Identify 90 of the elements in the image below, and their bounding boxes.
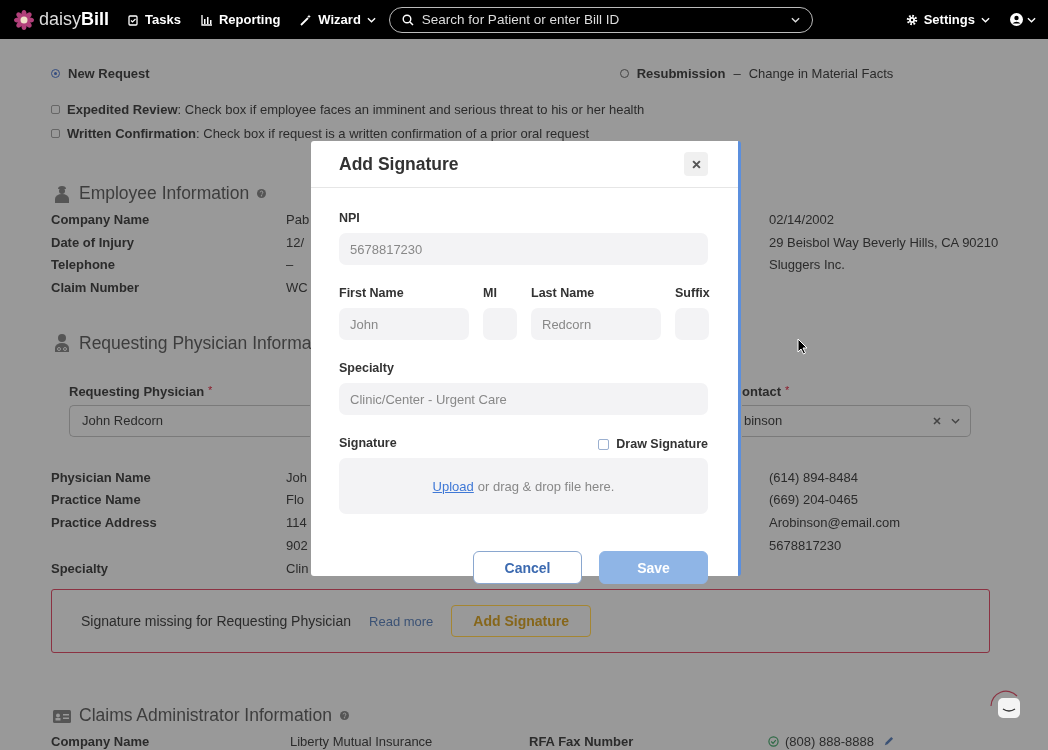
checkbox[interactable] bbox=[51, 104, 60, 114]
field-label: Suffix bbox=[675, 286, 709, 302]
field-value: – bbox=[286, 257, 294, 275]
close-icon bbox=[691, 159, 701, 169]
field-label: Practice Address bbox=[51, 515, 158, 533]
section-title: Requesting Physician Informa bbox=[79, 332, 312, 354]
field-label: Company Name bbox=[51, 734, 151, 750]
npi-field[interactable]: 5678817230 bbox=[339, 233, 708, 265]
required-mark: * bbox=[208, 383, 213, 398]
cancel-button[interactable]: Cancel bbox=[473, 551, 582, 584]
field-value: (808) 888-8888 bbox=[785, 734, 874, 750]
physician-select[interactable]: John Redcorn bbox=[69, 404, 310, 437]
field-value: WC bbox=[286, 280, 308, 298]
field-label: Specialty bbox=[51, 560, 110, 578]
caret-icon bbox=[981, 16, 990, 23]
field-value: 02/14/2002 bbox=[769, 212, 836, 229]
field-label: Practice Name bbox=[51, 492, 142, 510]
radio-label[interactable]: New Request bbox=[68, 65, 150, 81]
checkbox-label: Written Confirmation: Check box if request is a written confirmation of a prior oral request bbox=[67, 125, 590, 141]
field-value: Arobinson@email.com bbox=[769, 515, 900, 533]
caret-icon bbox=[790, 16, 800, 23]
checkbox[interactable] bbox=[51, 128, 60, 138]
field-value: 114 bbox=[286, 515, 308, 533]
worker-icon bbox=[53, 183, 71, 204]
input-field[interactable]: Redcorn bbox=[531, 308, 661, 340]
settings-icon bbox=[905, 13, 918, 26]
field-label: Specialty bbox=[339, 361, 395, 377]
input-field[interactable]: John bbox=[339, 308, 469, 340]
field-label: Telephone bbox=[51, 257, 117, 275]
cursor-icon bbox=[797, 338, 808, 355]
field-value: Clin bbox=[286, 560, 309, 578]
field-label: ontact bbox=[742, 383, 781, 400]
section-title: Employee Information bbox=[79, 183, 250, 204]
field-value: (614) 894-8484 bbox=[769, 469, 859, 487]
field-value: Sluggers Inc. bbox=[769, 257, 846, 275]
read-more-link[interactable]: Read more bbox=[369, 613, 434, 629]
help-icon[interactable] bbox=[257, 189, 267, 198]
field-value: Joh bbox=[286, 469, 307, 487]
required-mark: * bbox=[785, 383, 790, 398]
field-label: Company Name bbox=[51, 212, 151, 229]
alert-message: Signature missing for Requesting Physician bbox=[81, 613, 352, 630]
field-value: Liberty Mutual Insurance bbox=[290, 734, 434, 750]
field-label: Claim Number bbox=[51, 280, 141, 298]
field-value: 902 bbox=[286, 537, 308, 555]
dropzone-text: or drag & drop file here. bbox=[477, 478, 615, 494]
dialog-title: Add Signature bbox=[339, 153, 459, 175]
upload-link[interactable]: Upload bbox=[432, 478, 474, 494]
field-label: MI bbox=[483, 286, 498, 302]
flower-logo-icon[interactable] bbox=[14, 9, 34, 30]
field-value: Flo bbox=[286, 492, 305, 510]
field-label: RFA Fax Number bbox=[529, 734, 635, 750]
caret-icon bbox=[1027, 16, 1036, 23]
checkbox-label[interactable]: Draw Signature bbox=[616, 437, 708, 451]
caret-icon bbox=[951, 417, 960, 424]
field-value: 12/ bbox=[286, 234, 305, 252]
nav-item[interactable]: Wizard bbox=[300, 12, 376, 27]
specialty-field[interactable]: Clinic/Center - Urgent Care bbox=[339, 383, 708, 415]
field-value: 29 Beisbol Way Beverly Hills, CA 90210 bbox=[769, 234, 999, 252]
field-value: 5678817230 bbox=[769, 537, 843, 555]
nav-item[interactable]: Tasks bbox=[127, 12, 181, 27]
account-icon[interactable] bbox=[1010, 13, 1023, 26]
upload-dropzone[interactable]: Upload or drag & drop file here. bbox=[339, 458, 708, 514]
bar-chart-icon bbox=[200, 13, 213, 26]
field-label: First Name bbox=[339, 286, 405, 302]
logo-text[interactable]: daisyBill bbox=[39, 9, 110, 30]
field-label: Physician Name bbox=[51, 469, 152, 487]
request-note: Change in Material Facts bbox=[748, 65, 894, 81]
separator-dash: – bbox=[733, 65, 741, 81]
checkbox[interactable] bbox=[598, 438, 610, 450]
field-value: (669) 204-0465 bbox=[769, 492, 859, 510]
field-label: Signature bbox=[339, 436, 397, 452]
doctor-icon bbox=[53, 333, 71, 354]
search-icon bbox=[401, 13, 414, 26]
field-label: NPI bbox=[339, 211, 361, 227]
field-label: Date of Injury bbox=[51, 234, 136, 252]
nav-item[interactable]: Reporting bbox=[200, 12, 281, 27]
field-label: Requesting Physician bbox=[69, 383, 205, 400]
pencil-icon[interactable] bbox=[882, 736, 894, 748]
contact-select[interactable]: binson bbox=[742, 404, 971, 437]
field-label: Last Name bbox=[531, 286, 596, 302]
help-icon[interactable] bbox=[339, 711, 349, 721]
radio-label[interactable]: Resubmission bbox=[636, 65, 726, 81]
checkbox-label: Expedited Review: Check box if employee faces an imminent and serious threat to his or her health bbox=[67, 101, 645, 117]
close-button[interactable] bbox=[684, 152, 708, 176]
clipboard-icon bbox=[127, 13, 140, 26]
section-title: Claims Administrator Information bbox=[79, 705, 332, 727]
clear-icon[interactable] bbox=[933, 416, 941, 425]
field-value: Pab bbox=[286, 212, 310, 229]
settings-menu[interactable]: Settings bbox=[905, 12, 990, 27]
magic-wand-icon bbox=[300, 13, 313, 26]
